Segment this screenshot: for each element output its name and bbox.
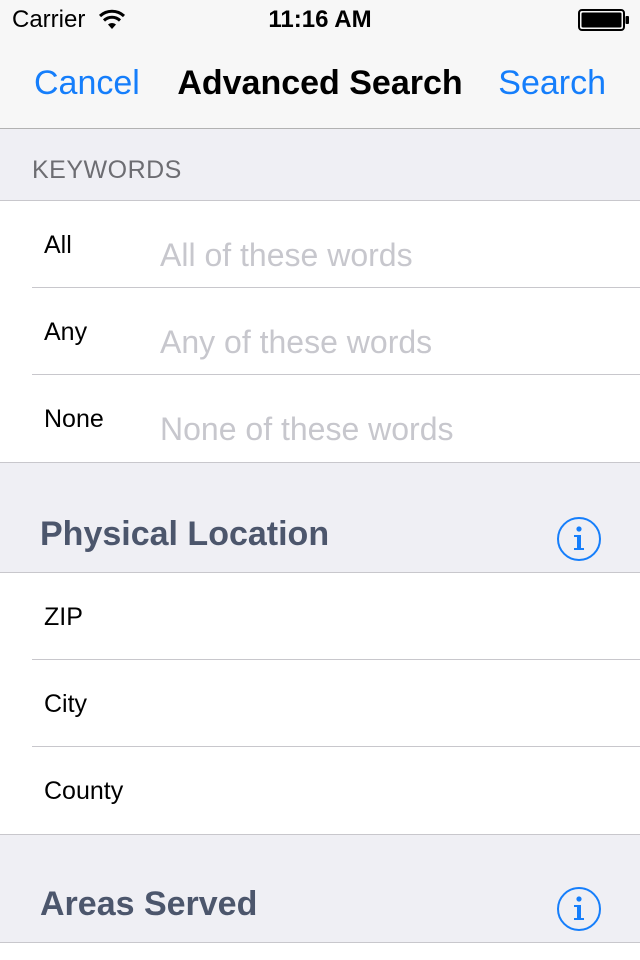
keyword-row-none: None [0,375,640,462]
none-words-input[interactable] [160,407,600,451]
physical-location-info-icon[interactable] [556,516,602,562]
all-words-input[interactable] [160,233,600,277]
advanced-search-screen: Carrier 11:16 AM Cancel Advanced Search … [0,0,640,960]
areas-served-group [0,942,640,960]
keywords-header-label: KEYWORDS [32,156,182,184]
zip-label: ZIP [44,603,83,631]
keyword-row-any: Any [0,288,640,375]
keyword-any-label: Any [44,318,88,346]
physical-location-section-header: Physical Location [0,464,640,572]
location-row-city[interactable]: City [0,660,640,747]
keyword-row-all: All [0,201,640,288]
status-time: 11:16 AM [268,6,372,33]
areas-served-section-header: Areas Served [0,834,640,942]
keyword-all-label: All [44,231,72,259]
search-button[interactable]: Search [498,64,606,103]
areas-served-info-icon[interactable] [556,886,602,932]
keywords-section-header: KEYWORDS [0,129,640,201]
battery-icon [578,9,629,31]
location-row-county[interactable]: County [0,747,640,834]
location-row-zip[interactable]: ZIP [0,573,640,660]
physical-location-group: ZIP City County [0,572,640,835]
status-bar: Carrier 11:16 AM [0,0,640,40]
physical-location-title: Physical Location [40,515,330,553]
county-label: County [44,777,124,805]
keywords-group: All Any None [0,200,640,463]
navigation-bar: Cancel Advanced Search Search [0,40,640,129]
any-words-input[interactable] [160,320,600,364]
keyword-none-label: None [44,405,104,433]
city-label: City [44,690,88,718]
areas-served-title: Areas Served [40,885,258,923]
